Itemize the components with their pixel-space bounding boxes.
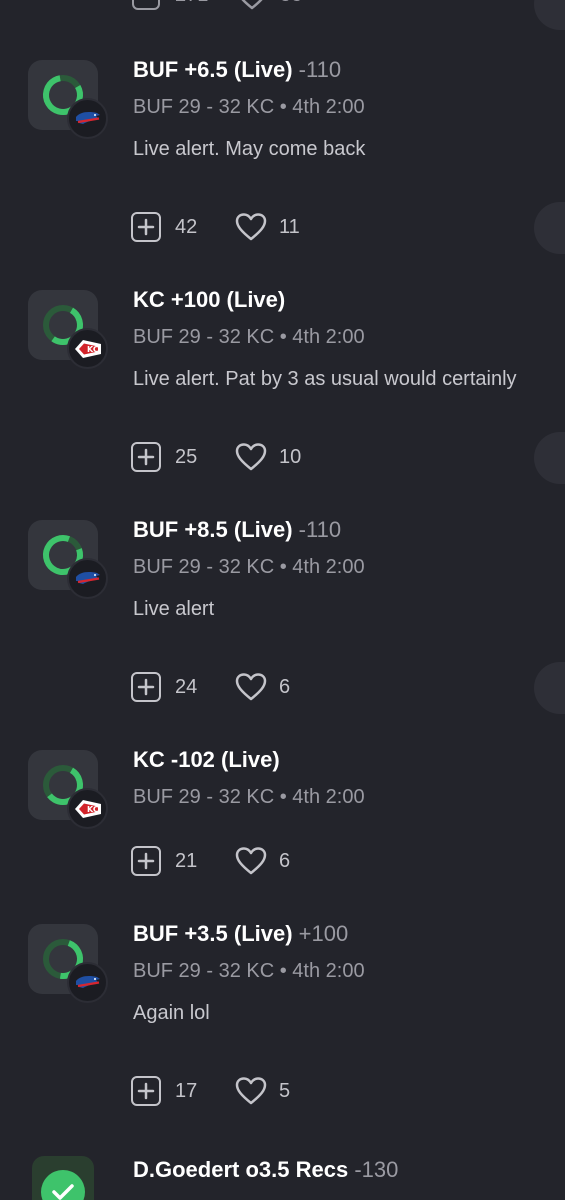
heart-icon[interactable] — [235, 1077, 267, 1105]
team-badge: KC — [67, 788, 108, 829]
add-square-icon — [137, 448, 155, 466]
add-button[interactable] — [131, 672, 161, 702]
like-count: 58 — [280, 0, 302, 7]
like-count: 6 — [279, 676, 291, 698]
side-action-button[interactable] — [534, 202, 565, 254]
game-score: BUF 29 - 32 KC • 4th 2:00 — [133, 326, 365, 348]
game-score: BUF 29 - 32 KC • 4th 2:00 — [133, 96, 365, 118]
add-square-icon — [137, 1082, 155, 1100]
bills-logo-icon — [76, 112, 100, 124]
add-square-icon — [137, 218, 155, 236]
add-count: 42 — [175, 216, 198, 238]
side-action-button[interactable] — [534, 662, 565, 714]
svg-text:KC: KC — [87, 805, 99, 814]
game-score: BUF 29 - 32 KC • 4th 2:00 — [133, 786, 365, 808]
add-square-icon — [137, 852, 155, 870]
pick-title: D.Goedert o3.5 Recs -130 — [133, 1157, 399, 1182]
add-square-icon — [137, 678, 155, 696]
feed: 271 58 BUF +6.5 (Live) -110 BUF 29 - 32 … — [0, 0, 565, 1200]
heart-icon[interactable] — [235, 847, 267, 875]
like-count: 5 — [279, 1080, 291, 1102]
team-badge — [67, 962, 108, 1003]
side-action-button[interactable] — [534, 432, 565, 484]
pick-title: BUF +8.5 (Live) -110 — [133, 517, 342, 542]
game-score: BUF 29 - 32 KC • 4th 2:00 — [133, 960, 365, 982]
add-count: 24 — [175, 676, 198, 698]
add-count: 17 — [175, 1080, 198, 1102]
heart-icon[interactable] — [235, 443, 267, 471]
post-comment: Live alert. Pat by 3 as usual would cert… — [133, 368, 517, 390]
heart-icon[interactable] — [236, 0, 268, 10]
like-count: 6 — [279, 850, 291, 872]
add-button[interactable] — [131, 442, 161, 472]
post-actions: 24 6 — [131, 672, 351, 704]
add-button[interactable] — [131, 212, 161, 242]
like-count: 10 — [279, 446, 302, 468]
post-comment: Live alert. May come back — [133, 138, 366, 160]
post-actions: 42 11 — [131, 212, 351, 244]
svg-text:KC: KC — [87, 345, 99, 354]
add-button[interactable] — [131, 1076, 161, 1106]
bills-logo-icon — [76, 572, 100, 584]
post-actions: 21 6 — [131, 846, 351, 878]
pick-title: KC -102 (Live) — [133, 747, 280, 772]
add-square-icon[interactable] — [132, 0, 160, 10]
add-count: 271 — [175, 0, 208, 7]
post-actions: 17 5 — [131, 1076, 351, 1108]
post-comment: Again lol — [133, 1002, 210, 1024]
team-badge: KC — [67, 328, 108, 369]
partial-action-row: 271 58 — [0, 0, 565, 12]
chiefs-logo-icon: KC — [75, 800, 101, 818]
game-score: BUF 29 - 32 KC • 4th 2:00 — [133, 556, 365, 578]
pick-title: BUF +3.5 (Live) +100 — [133, 921, 349, 946]
bills-logo-icon — [76, 976, 100, 988]
heart-icon[interactable] — [235, 213, 267, 241]
post-comment: Live alert — [133, 598, 215, 620]
chiefs-logo-icon: KC — [75, 340, 101, 358]
team-badge — [67, 558, 108, 599]
post-avatar — [32, 1156, 94, 1200]
heart-icon[interactable] — [235, 673, 267, 701]
checkmark-icon — [52, 1184, 74, 1200]
add-count: 21 — [175, 850, 198, 872]
pick-title: BUF +6.5 (Live) -110 — [133, 57, 342, 82]
pick-title: KC +100 (Live) — [133, 287, 286, 312]
post-actions: 25 10 — [131, 442, 351, 474]
like-count: 11 — [279, 216, 300, 238]
side-action-button[interactable] — [534, 0, 565, 30]
add-button[interactable] — [131, 846, 161, 876]
team-badge — [67, 98, 108, 139]
add-count: 25 — [175, 446, 198, 468]
